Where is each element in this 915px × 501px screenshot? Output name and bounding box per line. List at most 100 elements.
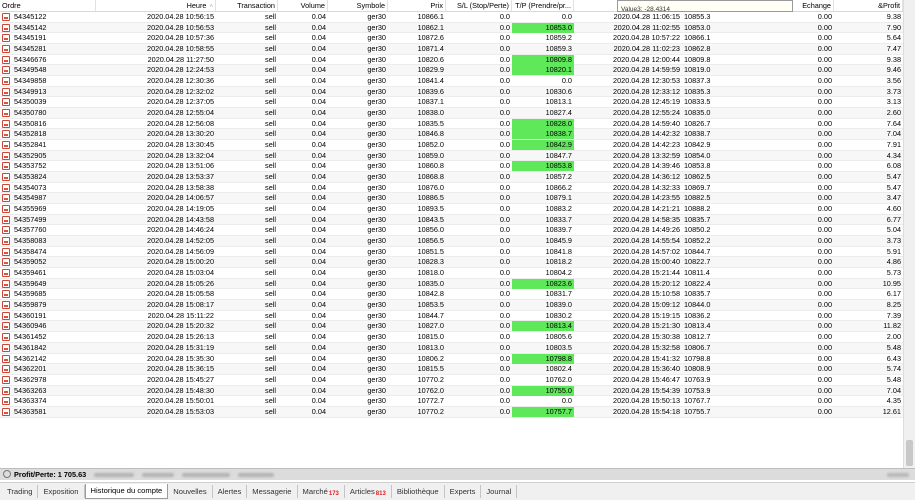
table-row[interactable]: 54350039 2020.04.28 12:37:05 sell 0.04 ger30… [0, 97, 903, 109]
cell-close-time: 2020.04.28 12:55:24 [613, 108, 680, 118]
cell-symbol: ger30 [367, 332, 386, 342]
column-header-profit[interactable]: &Profit [834, 0, 903, 11]
cell-symbol: ger30 [367, 44, 386, 54]
cell-profit: 7.64 [886, 118, 901, 128]
table-row[interactable]: 54349913 2020.04.28 12:32:02 sell 0.04 ger30… [0, 86, 903, 98]
cell-stop-loss: 0.0 [499, 406, 510, 416]
cell-volume: 0.04 [311, 108, 326, 118]
cell-close-price: 10835.7 [684, 214, 711, 224]
table-row[interactable]: 54361842 2020.04.28 15:31:19 sell 0.04 ger30… [0, 342, 903, 354]
column-header-price[interactable]: Prix [388, 0, 446, 11]
column-header-take-profit[interactable]: T/P (Prendre/pr... [512, 0, 574, 11]
tab-exposition[interactable]: Exposition [38, 485, 85, 498]
table-row[interactable]: 54354073 2020.04.28 13:58:38 sell 0.04 ger30… [0, 183, 903, 194]
cell-transaction: sell [265, 278, 276, 288]
table-row[interactable]: 54362201 2020.04.28 15:36:15 sell 0.04 ger30… [0, 364, 903, 375]
table-row[interactable]: 54353824 2020.04.28 13:53:37 sell 0.04 ger30… [0, 172, 903, 183]
cell-order: 54358083 [14, 236, 47, 246]
column-header-label: &Profit [878, 1, 900, 10]
table-row[interactable]: 54358474 2020.04.28 14:56:09 sell 0.04 ger30… [0, 247, 903, 258]
cell-order: 54345191 [14, 33, 47, 43]
cell-close-time: 2020.04.28 14:59:40 [613, 118, 680, 128]
table-row[interactable]: 54345281 2020.04.28 10:58:55 sell 0.04 ger30… [0, 44, 903, 55]
cell-close-price: 10819.0 [684, 65, 711, 75]
cell-volume: 0.04 [311, 150, 326, 160]
cell-swap: 0.00 [817, 300, 832, 310]
table-row[interactable]: 54360946 2020.04.28 15:20:32 sell 0.04 ger30… [0, 321, 903, 333]
table-row[interactable]: 54362978 2020.04.28 15:45:27 sell 0.04 ger30… [0, 375, 903, 386]
table-row[interactable]: 54349858 2020.04.28 12:30:36 sell 0.04 ger30… [0, 76, 903, 87]
cell-time: 2020.04.28 10:56:53 [147, 22, 214, 32]
table-row[interactable]: 54363263 2020.04.28 15:48:30 sell 0.04 ger30… [0, 385, 903, 397]
cell-symbol: ger30 [367, 385, 386, 395]
table-row[interactable]: 54345122 2020.04.28 10:56:15 sell 0.04 ger30… [0, 12, 903, 23]
tab-articles[interactable]: Articles813 [345, 485, 392, 498]
tab-trading[interactable]: Trading [2, 485, 39, 498]
table-row[interactable]: 54360191 2020.04.28 15:11:22 sell 0.04 ger30… [0, 311, 903, 322]
cell-volume: 0.04 [311, 289, 326, 299]
cell-stop-loss: 0.0 [499, 278, 510, 288]
column-header-time[interactable]: Heure ˄ [96, 0, 216, 11]
table-row[interactable]: 54359052 2020.04.28 15:00:20 sell 0.04 ger30… [0, 257, 903, 269]
table-row[interactable]: 54362142 2020.04.28 15:35:30 sell 0.04 ger30… [0, 353, 903, 365]
cell-close-time: 2020.04.28 14:58:35 [613, 214, 680, 224]
table-row[interactable]: 54359649 2020.04.28 15:05:26 sell 0.04 ger30… [0, 278, 903, 290]
cell-profit: 7.90 [886, 22, 901, 32]
cell-close-price: 10813.4 [684, 321, 711, 331]
tab-journal[interactable]: Journal [481, 485, 518, 498]
table-row[interactable]: 54352841 2020.04.28 13:30:45 sell 0.04 ger30… [0, 140, 903, 151]
table-row[interactable]: 54350780 2020.04.28 12:55:04 sell 0.04 ger30… [0, 108, 903, 119]
tab-march[interactable]: Marché173 [298, 485, 345, 498]
cell-take-profit: 10859.2 [545, 33, 572, 43]
vertical-scrollbar[interactable] [903, 0, 915, 468]
cell-swap: 0.00 [817, 97, 832, 107]
table-row[interactable]: 54352818 2020.04.28 13:30:20 sell 0.04 ger30… [0, 129, 903, 141]
table-row[interactable]: 54349548 2020.04.28 12:24:53 sell 0.04 ger30… [0, 65, 903, 77]
table-row[interactable]: 54354987 2020.04.28 14:06:57 sell 0.04 ger30… [0, 193, 903, 205]
table-row[interactable]: 54345191 2020.04.28 10:57:36 sell 0.04 ger30… [0, 33, 903, 45]
tab-messagerie[interactable]: Messagerie [247, 485, 298, 498]
cell-close-price: 10836.2 [684, 310, 711, 320]
tab-historique-du-compte[interactable]: Historique du compte [84, 484, 169, 499]
cell-time: 2020.04.28 14:43:58 [147, 214, 214, 224]
column-header-volume[interactable]: Volume [278, 0, 328, 11]
table-row[interactable]: 54363374 2020.04.28 15:50:01 sell 0.04 ger30… [0, 396, 903, 407]
cell-profit: 3.73 [886, 236, 901, 246]
table-row[interactable]: 54350816 2020.04.28 12:56:08 sell 0.04 ger30… [0, 118, 903, 130]
table-row[interactable]: 54346676 2020.04.28 11:27:50 sell 0.04 ger30… [0, 54, 903, 66]
column-header-symbol[interactable]: Symbole [328, 0, 388, 11]
table-row[interactable]: 54352905 2020.04.28 13:32:04 sell 0.04 ger30… [0, 150, 903, 162]
table-row[interactable]: 54359685 2020.04.28 15:05:58 sell 0.04 ger30… [0, 289, 903, 301]
cell-volume: 0.04 [311, 65, 326, 75]
table-row[interactable]: 54357760 2020.04.28 14:46:24 sell 0.04 ger30… [0, 225, 903, 237]
tab-nouvelles[interactable]: Nouvelles [168, 485, 213, 498]
column-header-order[interactable]: Ordre [0, 0, 96, 11]
cell-time: 2020.04.28 13:30:20 [147, 129, 214, 139]
table-row[interactable]: 54363581 2020.04.28 15:53:03 sell 0.04 ger30… [0, 406, 903, 418]
table-row[interactable]: 54359461 2020.04.28 15:03:04 sell 0.04 ger30… [0, 268, 903, 279]
cell-profit: 7.39 [886, 310, 901, 320]
cell-volume: 0.04 [311, 12, 326, 21]
cell-take-profit: 10853.8 [512, 161, 574, 172]
cell-swap: 0.00 [817, 225, 832, 235]
table-row[interactable]: 54358083 2020.04.28 14:52:05 sell 0.04 ger30… [0, 236, 903, 247]
cell-close-time: 2020.04.28 14:57:02 [613, 246, 680, 256]
column-header-transaction[interactable]: Transaction [216, 0, 278, 11]
tab-experts[interactable]: Experts [445, 485, 482, 498]
table-row[interactable]: 54357499 2020.04.28 14:43:58 sell 0.04 ger30… [0, 214, 903, 226]
tab-biblioth-que[interactable]: Bibliothèque [392, 485, 445, 498]
cell-transaction: sell [265, 257, 276, 267]
cell-price: 10806.2 [417, 353, 444, 363]
cell-time: 2020.04.28 12:32:02 [147, 86, 214, 96]
column-header-stop-loss[interactable]: S/L (Stop/Perte) [446, 0, 512, 11]
table-row[interactable]: 54353752 2020.04.28 13:51:06 sell 0.04 ger30… [0, 161, 903, 173]
cell-transaction: sell [265, 364, 276, 374]
table-row[interactable]: 54355969 2020.04.28 14:19:05 sell 0.04 ger30… [0, 204, 903, 215]
table-row[interactable]: 54345142 2020.04.28 10:56:53 sell 0.04 ger30… [0, 22, 903, 34]
table-row[interactable]: 54359879 2020.04.28 15:08:17 sell 0.04 ger30… [0, 300, 903, 311]
cell-close-time: 2020.04.28 14:32:33 [613, 182, 680, 192]
scrollbar-thumb[interactable] [906, 440, 913, 466]
table-row[interactable]: 54361452 2020.04.28 15:26:13 sell 0.04 ger30… [0, 332, 903, 343]
tab-alertes[interactable]: Alertes [213, 485, 248, 498]
table-body: 54345122 2020.04.28 10:56:15 sell 0.04 ger30… [0, 12, 903, 418]
